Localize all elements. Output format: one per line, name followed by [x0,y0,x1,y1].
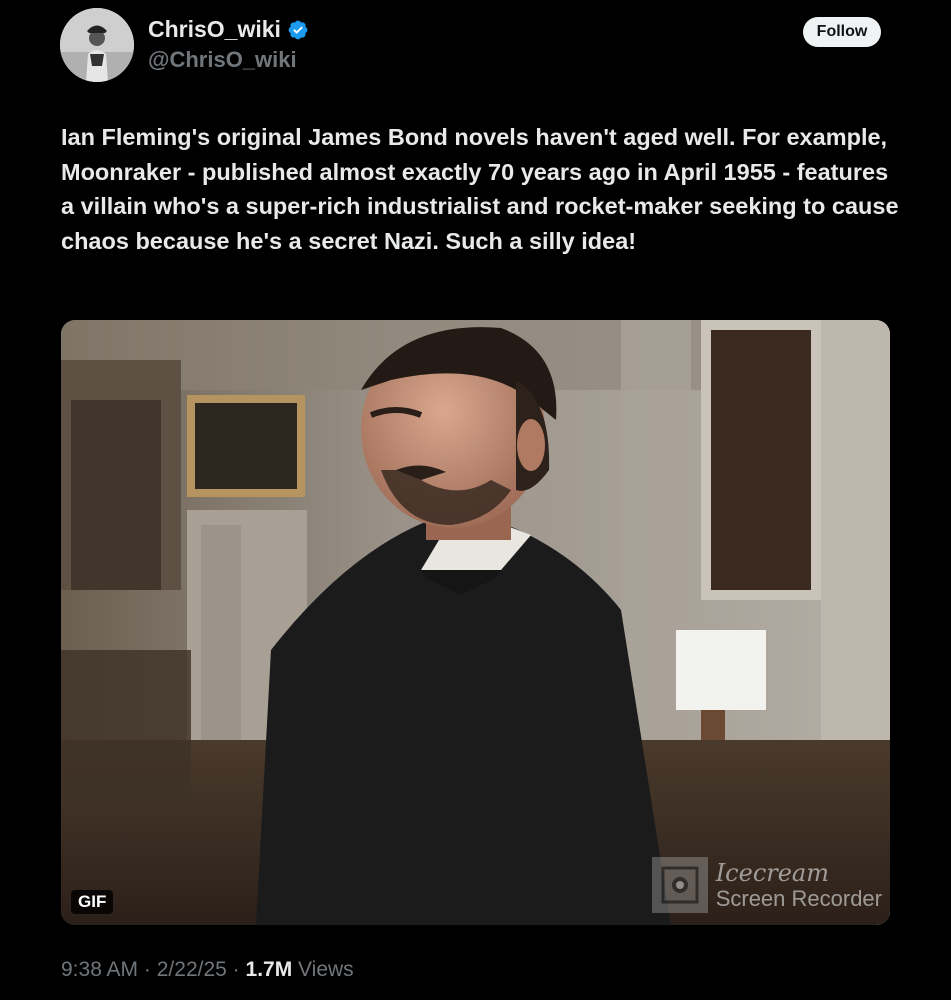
gif-frame-image [61,320,890,925]
tweet-meta: 9:38 AM · 2/22/25 · 1.7M Views [61,958,354,982]
author-handle[interactable]: @ChrisO_wiki [148,47,297,73]
gif-media[interactable]: GIF Icecream Screen Recorder [61,320,890,925]
watermark-brand: Icecream [715,858,829,887]
views-count[interactable]: 1.7M [246,958,293,981]
meta-separator: · [143,958,151,981]
tweet-text: Ian Fleming's original James Bond novels… [61,124,899,254]
views-label: Views [298,958,354,981]
follow-button[interactable]: Follow [803,17,881,47]
meta-separator: · [232,958,240,981]
watermark: Icecream Screen Recorder [651,857,882,913]
gif-badge: GIF [71,890,114,914]
tweet-time[interactable]: 9:38 AM [61,958,138,981]
author-name-row[interactable]: ChrisO_wiki [148,16,309,43]
avatar[interactable] [60,8,134,82]
verified-badge-icon[interactable] [287,19,309,41]
camera-icon [651,857,708,913]
tweet-date[interactable]: 2/22/25 [157,958,227,981]
watermark-product: Screen Recorder [715,885,882,911]
author-display-name[interactable]: ChrisO_wiki [148,16,281,43]
profile-photo-icon [60,8,134,82]
